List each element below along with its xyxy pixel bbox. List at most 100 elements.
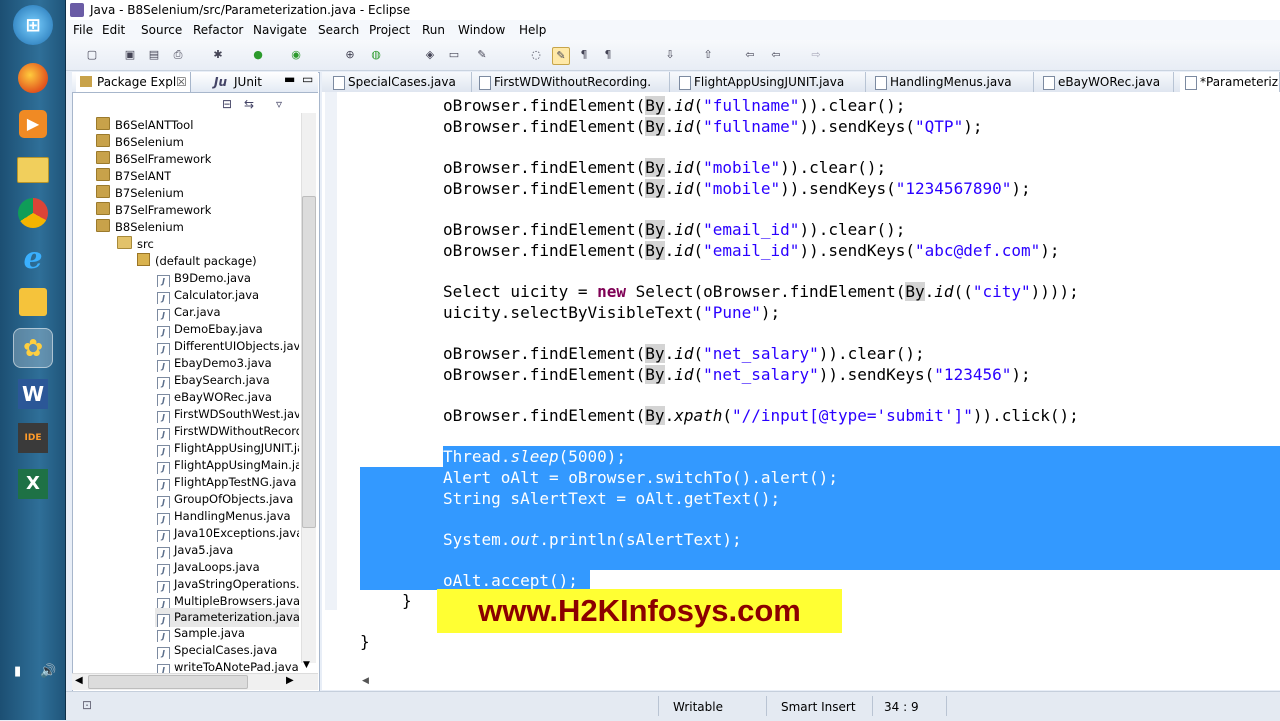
tab-ebayworec[interactable]: eBayWORec.java bbox=[1038, 72, 1174, 92]
tree-file[interactable]: J EbaySearch.java bbox=[157, 372, 299, 389]
menu-navigate[interactable]: Navigate bbox=[253, 20, 307, 40]
menu-source[interactable]: Source bbox=[141, 20, 182, 40]
save-all-icon[interactable]: ▤ bbox=[146, 47, 162, 63]
tree-file[interactable]: J DifferentUIObjects.java bbox=[157, 338, 299, 355]
excel-icon[interactable]: X bbox=[13, 464, 53, 504]
internet-explorer-icon[interactable]: e bbox=[13, 238, 53, 278]
forward-icon[interactable]: ⇨ bbox=[808, 47, 824, 63]
external-tools-icon[interactable]: ◉ bbox=[288, 47, 304, 63]
tree-file[interactable]: JFlightAppUsingMain.java bbox=[157, 457, 299, 474]
tree-file[interactable]: J Car.java bbox=[157, 304, 299, 321]
brush-icon[interactable]: ✎ bbox=[474, 47, 490, 63]
status-icon[interactable]: ⊡ bbox=[82, 698, 92, 712]
run-icon[interactable]: ● bbox=[250, 47, 266, 63]
tree-file[interactable]: J FlightAppTestNG.java bbox=[157, 474, 299, 491]
source-folder-icon bbox=[117, 236, 132, 249]
vertical-scroll-thumb[interactable] bbox=[302, 196, 316, 528]
maximize-icon[interactable]: ▭ bbox=[302, 72, 313, 86]
tree-file[interactable]: J HandlingMenus.java bbox=[157, 508, 299, 525]
tree-project[interactable]: B6SelFramework bbox=[96, 151, 211, 168]
tree-file[interactable]: J Java10Exceptions.java bbox=[157, 525, 299, 542]
word-icon[interactable]: W bbox=[13, 374, 53, 414]
menu-edit[interactable]: Edit bbox=[102, 20, 125, 40]
start-button[interactable]: ⊞ bbox=[13, 5, 53, 45]
new-icon[interactable]: ▢ bbox=[84, 47, 100, 63]
new-package-icon[interactable]: ⊕ bbox=[342, 47, 358, 63]
tree-src-folder[interactable]: src bbox=[117, 236, 154, 253]
annotation-icon[interactable]: ◌ bbox=[528, 47, 544, 63]
tab-package-explorer[interactable]: Package Expl ☒ bbox=[76, 72, 191, 92]
tab-flightappusingjunit[interactable]: FlightAppUsingJUNIT.java bbox=[674, 72, 866, 92]
tree-file[interactable]: J SpecialCases.java bbox=[157, 642, 299, 659]
menu-project[interactable]: Project bbox=[369, 20, 410, 40]
java-file-icon bbox=[1185, 76, 1197, 90]
next-annotation-icon[interactable]: ⇩ bbox=[662, 47, 678, 63]
tree-file[interactable]: J FirstWDSouthWest.java bbox=[157, 406, 299, 423]
tree-file[interactable]: JJavaStringOperations.java bbox=[157, 576, 299, 593]
chrome-icon[interactable] bbox=[13, 193, 53, 233]
firefox-icon[interactable] bbox=[13, 58, 53, 98]
menu-window[interactable]: Window bbox=[458, 20, 505, 40]
show-whitespace-icon[interactable]: ¶ bbox=[576, 47, 592, 63]
tree-file[interactable]: J B9Demo.java bbox=[157, 270, 299, 287]
horizontal-scroll-thumb[interactable] bbox=[88, 675, 248, 689]
ide-icon[interactable]: IDE bbox=[13, 418, 53, 458]
tree-file[interactable]: J DemoEbay.java bbox=[157, 321, 299, 338]
mark-occurrences-icon[interactable]: ✎ bbox=[552, 47, 570, 65]
menu-refactor[interactable]: Refactor bbox=[193, 20, 243, 40]
menu-run[interactable]: Run bbox=[422, 20, 445, 40]
minimize-icon[interactable]: ▬ bbox=[284, 72, 295, 86]
print-icon[interactable]: ⎙ bbox=[170, 47, 186, 63]
scroll-left-icon[interactable]: ◀ bbox=[362, 676, 369, 686]
tree-file[interactable]: JFirstWDWithoutRecording.java bbox=[157, 423, 299, 440]
code-brace: } bbox=[402, 591, 412, 610]
tray-battery-icon[interactable]: ▮ bbox=[14, 664, 21, 679]
tab-firstwdwithoutrecording[interactable]: FirstWDWithoutRecording. bbox=[474, 72, 670, 92]
tree-project[interactable]: B6SelANTTool bbox=[96, 117, 193, 134]
eclipse-app-icon[interactable]: ✿ bbox=[13, 328, 53, 368]
tree-project[interactable]: B8Selenium bbox=[96, 219, 184, 236]
previous-annotation-icon[interactable]: ⇧ bbox=[700, 47, 716, 63]
new-class-icon[interactable]: ◍ bbox=[368, 47, 384, 63]
tree-project[interactable]: B7SelANT bbox=[96, 168, 171, 185]
block-selection-icon[interactable]: ¶ bbox=[600, 47, 616, 63]
open-type-icon[interactable]: ◈ bbox=[422, 47, 438, 63]
menu-file[interactable]: File bbox=[73, 20, 93, 40]
tree-default-package[interactable]: (default package) bbox=[137, 253, 257, 270]
folder-icon[interactable] bbox=[13, 150, 53, 190]
tree-file[interactable]: JFlightAppUsingJUNIT.java bbox=[157, 440, 299, 457]
tree-file[interactable]: JeBayWORec.java bbox=[157, 389, 299, 406]
tree-project[interactable]: B6Selenium bbox=[96, 134, 184, 151]
tree-file[interactable]: J Sample.java bbox=[157, 625, 299, 642]
scroll-down-icon[interactable]: ▼ bbox=[303, 660, 310, 670]
collapse-all-icon[interactable]: ⊟ bbox=[222, 97, 232, 111]
tree-file[interactable]: J Calculator.java bbox=[157, 287, 299, 304]
puzzle-app-icon[interactable] bbox=[13, 282, 53, 322]
editor-horizontal-scrollbar[interactable] bbox=[340, 674, 1280, 690]
tray-volume-icon[interactable]: 🔊 bbox=[40, 664, 56, 679]
tree-file[interactable]: J Java5.java bbox=[157, 542, 299, 559]
close-icon[interactable]: ☒ bbox=[176, 72, 187, 92]
code-line-selected: Thread.sleep(5000); bbox=[443, 447, 627, 466]
scroll-left-icon[interactable]: ◀ bbox=[75, 675, 83, 686]
media-player-icon[interactable]: ▶ bbox=[13, 104, 53, 144]
tree-file[interactable]: J JavaLoops.java bbox=[157, 559, 299, 576]
tab-handlingmenus[interactable]: HandlingMenus.java bbox=[870, 72, 1034, 92]
last-edit-icon[interactable]: ⇦ bbox=[742, 47, 758, 63]
menu-help[interactable]: Help bbox=[519, 20, 546, 40]
tree-project[interactable]: B7Selenium bbox=[96, 185, 184, 202]
scroll-right-icon[interactable]: ▶ bbox=[286, 675, 294, 686]
save-icon[interactable]: ▣ bbox=[122, 47, 138, 63]
open-folder-icon[interactable]: ▭ bbox=[446, 47, 462, 63]
debug-icon[interactable]: ✱ bbox=[210, 47, 226, 63]
back-icon[interactable]: ⇦ bbox=[768, 47, 784, 63]
tab-junit[interactable]: Ju JUnit bbox=[196, 72, 266, 92]
tree-file[interactable]: J GroupOfObjects.java bbox=[157, 491, 299, 508]
view-menu-icon[interactable]: ▿ bbox=[276, 97, 282, 111]
menu-search[interactable]: Search bbox=[318, 20, 359, 40]
tree-file[interactable]: J EbayDemo3.java bbox=[157, 355, 299, 372]
tab-parameterization[interactable]: *Parameteriza bbox=[1180, 72, 1280, 92]
tree-project[interactable]: B7SelFramework bbox=[96, 202, 211, 219]
tab-specialcases[interactable]: SpecialCases.java bbox=[328, 72, 472, 92]
link-with-editor-icon[interactable]: ⇆ bbox=[244, 97, 254, 111]
